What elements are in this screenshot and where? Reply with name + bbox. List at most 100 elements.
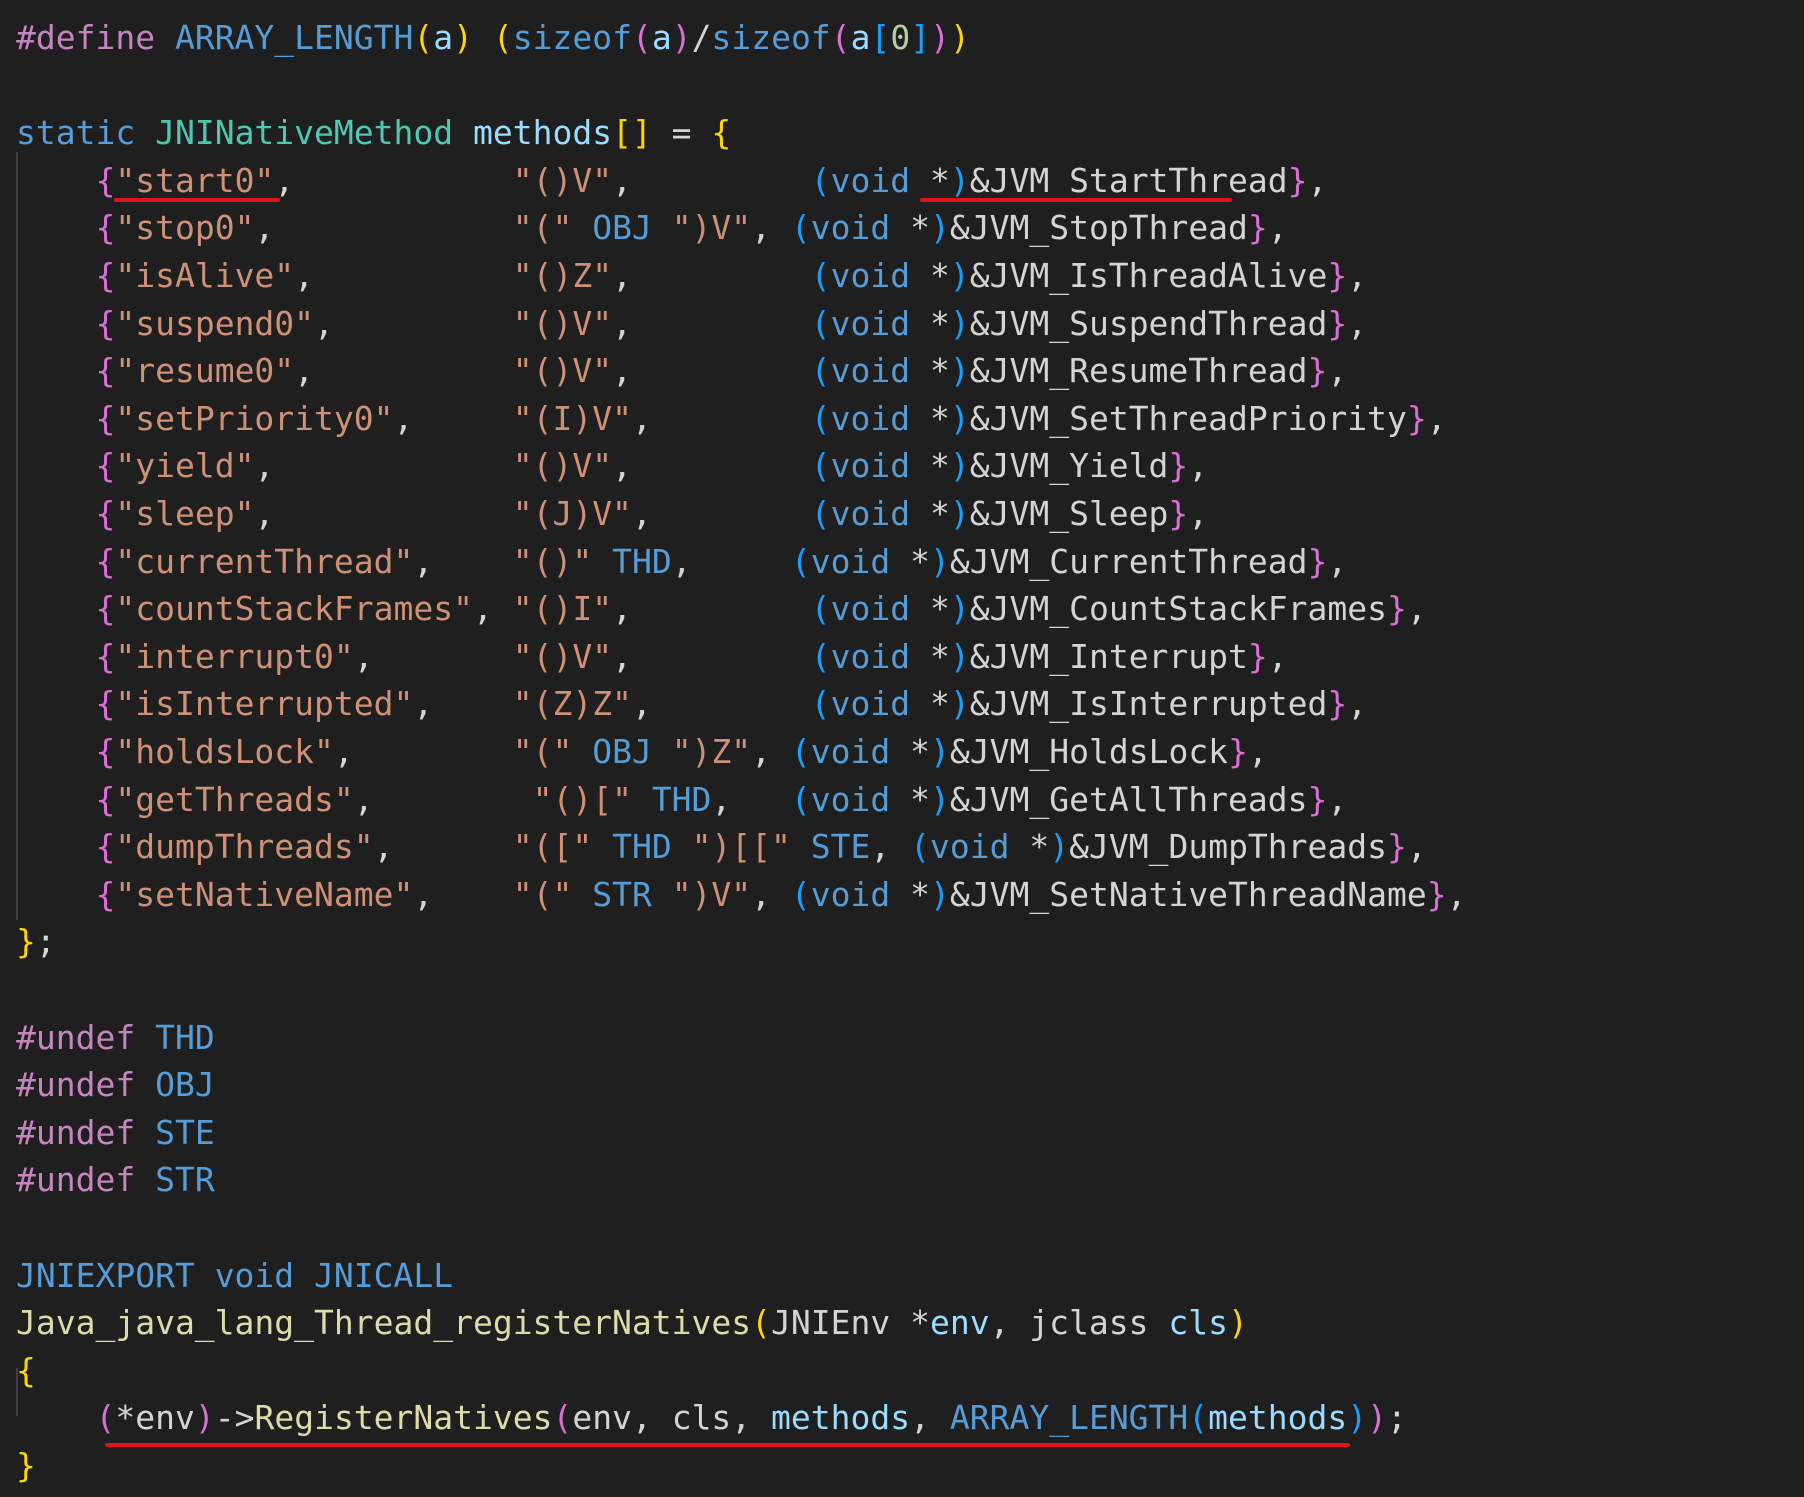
code-token: "([" <box>512 827 593 867</box>
code-token: , <box>671 541 791 581</box>
code-line[interactable]: {"resume0", "()V", (void *)&JVM_ResumeTh… <box>16 347 1347 395</box>
code-token: ")V" <box>671 874 752 914</box>
code-token: , <box>413 874 513 914</box>
code-line[interactable]: {"getThreads", "()[" THD, (void *)&JVM_G… <box>16 776 1347 824</box>
code-token: THD <box>155 1017 215 1057</box>
code-token: ) <box>1049 827 1070 867</box>
code-token: void <box>830 160 911 200</box>
code-token: ) <box>949 160 970 200</box>
code-token: "countStackFrames" <box>115 589 473 629</box>
code-line[interactable]: JNIEXPORT void JNICALL <box>16 1252 453 1300</box>
code-line[interactable]: {"isInterrupted", "(Z)Z", (void *)&JVM_I… <box>16 680 1367 728</box>
code-token: ( <box>552 1398 573 1438</box>
code-token: , <box>353 779 533 819</box>
code-token: "()V" <box>512 160 613 200</box>
code-line[interactable]: }; <box>16 918 56 966</box>
code-token: , <box>1406 827 1427 867</box>
code-token: methods <box>472 113 613 153</box>
code-token: THD <box>612 827 672 867</box>
code-line[interactable]: (*env)->RegisterNatives(env, cls, method… <box>16 1394 1406 1442</box>
code-token: { <box>95 636 116 676</box>
code-token: } <box>16 1446 36 1485</box>
code-line[interactable]: {"holdsLock", "(" OBJ ")Z", (void *)&JVM… <box>16 728 1267 776</box>
code-token: ( <box>810 636 831 676</box>
code-token: a <box>850 18 871 57</box>
code-token: "()V" <box>512 446 613 486</box>
code-token: , <box>333 732 513 771</box>
code-line[interactable]: #undef OBJ <box>16 1061 215 1109</box>
code-line[interactable]: {"setPriority0", "(I)V", (void *)&JVM_Se… <box>16 395 1446 443</box>
code-token: "(" <box>512 208 573 248</box>
code-line[interactable]: {"stop0", "(" OBJ ")V", (void *)&JVM_Sto… <box>16 204 1288 252</box>
code-token: ) <box>1347 1398 1368 1438</box>
code-token: void <box>810 541 891 581</box>
code-line[interactable]: {"dumpThreads", "([" THD ")[[" STE, (voi… <box>16 823 1427 871</box>
code-token: ")Z" <box>671 732 752 771</box>
code-token: , <box>1327 779 1348 819</box>
code-token: "()V" <box>512 303 613 343</box>
code-token: { <box>95 541 116 581</box>
code-token: } <box>1307 351 1328 391</box>
code-token: void <box>830 303 911 343</box>
code-token: { <box>95 208 116 248</box>
code-token: , <box>1327 351 1348 391</box>
code-token: * <box>910 494 950 533</box>
code-line[interactable]: {"yield", "()V", (void *)&JVM_Yield}, <box>16 442 1208 490</box>
code-token: "(" <box>512 732 573 771</box>
code-token: , <box>751 208 791 248</box>
code-line[interactable]: static JNINativeMethod methods[] = { <box>16 109 731 157</box>
code-token: , <box>413 541 513 581</box>
code-editor[interactable]: #define ARRAY_LENGTH(a) (sizeof(a)/sizeo… <box>0 0 1804 1497</box>
code-line[interactable]: #undef THD <box>16 1014 215 1062</box>
code-token: ARRAY_LENGTH <box>174 18 414 57</box>
code-line[interactable]: {"suspend0", "()V", (void *)&JVM_Suspend… <box>16 300 1367 348</box>
code-token: "()" <box>512 541 593 581</box>
code-line[interactable]: Java_java_lang_Thread_registerNatives(JN… <box>16 1299 1248 1347</box>
code-token: { <box>95 160 116 200</box>
code-token: , <box>254 446 513 486</box>
code-token: void <box>830 398 911 438</box>
code-token: , <box>373 827 513 867</box>
code-token: { <box>95 303 116 343</box>
annotation-underline <box>105 1443 1350 1447</box>
code-token: ; <box>35 922 56 962</box>
code-line[interactable]: } <box>16 1442 36 1490</box>
code-line[interactable]: {"setNativeName", "(" STR ")V", (void *)… <box>16 871 1466 919</box>
code-token: STE <box>810 827 871 867</box>
code-line[interactable]: {"currentThread", "()" THD, (void *)&JVM… <box>16 538 1347 586</box>
code-line[interactable]: {"sleep", "(J)V", (void *)&JVM_Sleep}, <box>16 490 1208 538</box>
code-line[interactable]: #undef STE <box>16 1109 215 1157</box>
code-token: [] <box>612 113 652 153</box>
code-line[interactable]: {"countStackFrames", "()I", (void *)&JVM… <box>16 585 1426 633</box>
code-token: , <box>1267 208 1288 248</box>
code-line[interactable]: {"isAlive", "()Z", (void *)&JVM_IsThread… <box>16 252 1367 300</box>
code-token: } <box>1307 541 1328 581</box>
code-token: -> <box>214 1398 255 1438</box>
code-line[interactable]: #define ARRAY_LENGTH(a) (sizeof(a)/sizeo… <box>16 14 970 62</box>
code-token: , <box>1347 684 1368 724</box>
code-token: , <box>1446 874 1467 914</box>
code-token: void <box>830 494 911 533</box>
code-line[interactable]: { <box>16 1347 36 1395</box>
code-token: "()V" <box>512 351 613 391</box>
code-token: void <box>830 589 911 629</box>
code-token: , <box>612 636 811 676</box>
code-token: ( <box>810 589 831 629</box>
code-line[interactable]: #undef STR <box>16 1156 215 1204</box>
code-token: * <box>910 303 950 343</box>
code-line[interactable]: {"interrupt0", "()V", (void *)&JVM_Inter… <box>16 633 1287 681</box>
code-token: , <box>1307 160 1328 200</box>
code-token: { <box>95 351 116 391</box>
code-token: void <box>810 732 891 771</box>
